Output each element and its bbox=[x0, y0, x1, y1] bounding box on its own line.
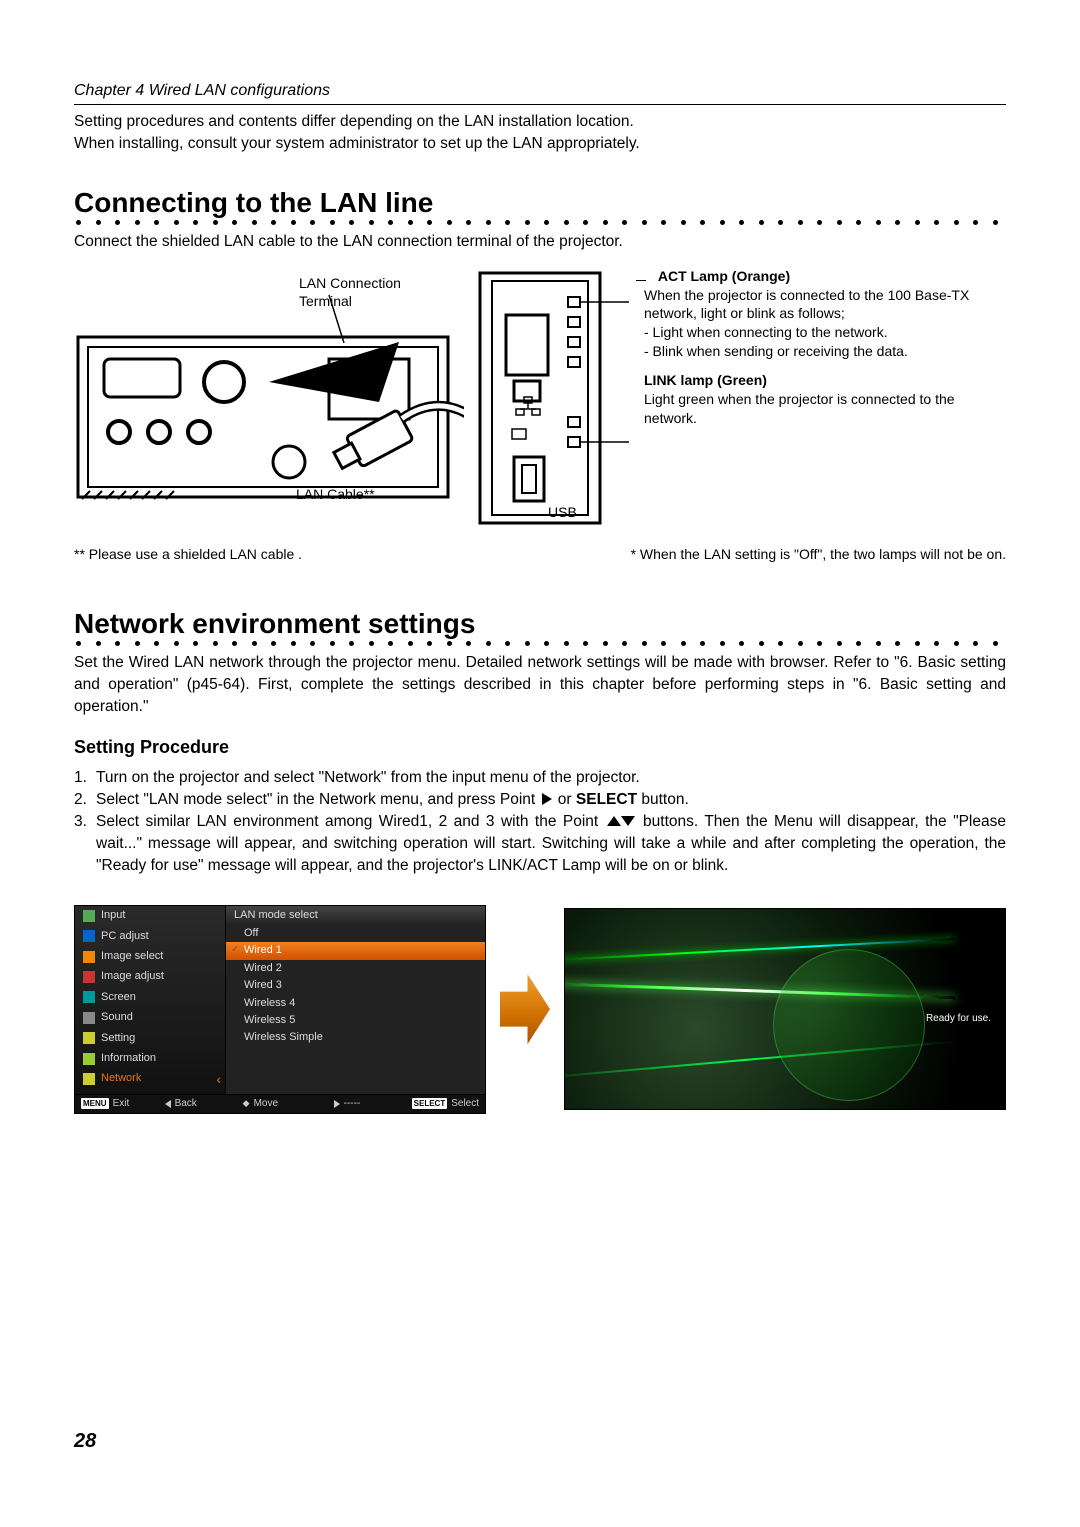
footer-dashes: ----- bbox=[344, 1097, 361, 1111]
dotted-divider bbox=[74, 220, 1006, 225]
menu-item-setting: Setting bbox=[75, 1028, 225, 1048]
lan-mode-wired1: Wired 1 bbox=[226, 942, 485, 959]
sound-icon bbox=[83, 1012, 95, 1024]
arrow-right-icon bbox=[500, 974, 550, 1044]
menu-item-pc-adjust: PC adjust bbox=[75, 926, 225, 946]
chapter-header: Chapter 4 Wired LAN configurations bbox=[74, 80, 1006, 105]
step-2: 2. Select "LAN mode select" in the Netwo… bbox=[74, 789, 1006, 811]
screen-icon bbox=[83, 991, 95, 1003]
footnote-left: ** Please use a shielded LAN cable . bbox=[74, 545, 302, 565]
lan-cable-label: LAN Cable** bbox=[296, 485, 375, 503]
lan-mode-wireless4: Wireless 4 bbox=[226, 995, 485, 1012]
lan-mode-wired2: Wired 2 bbox=[226, 960, 485, 977]
intro-line-2: When installing, consult your system adm… bbox=[74, 135, 640, 152]
section2-body: Set the Wired LAN network through the pr… bbox=[74, 652, 1006, 717]
act-lamp-desc: When the projector is connected to the 1… bbox=[644, 287, 969, 322]
intro-line-1: Setting procedures and contents differ d… bbox=[74, 113, 634, 130]
point-down-icon bbox=[621, 816, 635, 826]
menu-item-image-select: Image select bbox=[75, 946, 225, 966]
menu-item-image-adjust: Image adjust bbox=[75, 967, 225, 987]
up-down-icon: ◆ bbox=[243, 1097, 250, 1110]
menu-footer: MENU Exit Back ◆ Move ----- SELECTSelect bbox=[75, 1094, 485, 1113]
footer-exit: Exit bbox=[113, 1097, 130, 1111]
image-adjust-icon bbox=[83, 971, 95, 983]
triangle-left-icon bbox=[165, 1100, 171, 1108]
projector-menu-screenshot: Input PC adjust Image select Image adjus… bbox=[74, 905, 486, 1114]
act-lamp-bullet-1: - Light when connecting to the network. bbox=[644, 324, 888, 340]
act-lamp-title: ACT Lamp (Orange) bbox=[658, 268, 790, 284]
setting-icon bbox=[83, 1032, 95, 1044]
page-number: 28 bbox=[74, 1427, 96, 1455]
menu-item-network: Network‹ bbox=[75, 1069, 225, 1089]
pc-adjust-icon bbox=[83, 930, 95, 942]
menu-item-input: Input bbox=[75, 906, 225, 926]
image-select-icon bbox=[83, 951, 95, 963]
manual-page: Chapter 4 Wired LAN configurations Setti… bbox=[0, 0, 1080, 1527]
setting-procedure-heading: Setting Procedure bbox=[74, 735, 1006, 760]
step-1: 1. Turn on the projector and select "Net… bbox=[74, 767, 1006, 789]
lan-mode-select-header: LAN mode select bbox=[226, 906, 485, 925]
footnote-right: * When the LAN setting is "Off", the two… bbox=[631, 545, 1006, 565]
step-3: 3. Select similar LAN environment among … bbox=[74, 811, 1006, 877]
input-icon bbox=[83, 910, 95, 922]
point-up-icon bbox=[607, 816, 621, 826]
footer-select: Select bbox=[451, 1097, 479, 1111]
lan-mode-wired3: Wired 3 bbox=[226, 977, 485, 994]
usb-label: USB bbox=[548, 503, 577, 523]
footer-move: Move bbox=[254, 1097, 278, 1111]
port-closeup-illustration bbox=[474, 267, 634, 527]
lan-mode-off: Off bbox=[226, 925, 485, 942]
intro-text: Setting procedures and contents differ d… bbox=[74, 111, 1006, 154]
projector-terminal-diagram: LAN Connection Terminal bbox=[74, 267, 464, 527]
lamp-descriptions: ACT Lamp (Orange) When the projector is … bbox=[644, 267, 1006, 428]
section1-body: Connect the shielded LAN cable to the LA… bbox=[74, 231, 1006, 253]
section-heading-connecting: Connecting to the LAN line bbox=[74, 183, 1006, 222]
menu-left-pane: Input PC adjust Image select Image adjus… bbox=[75, 906, 226, 1094]
point-right-icon bbox=[542, 793, 552, 805]
setting-procedure-steps: 1. Turn on the projector and select "Net… bbox=[74, 767, 1006, 877]
link-lamp-desc: Light green when the projector is connec… bbox=[644, 391, 955, 426]
menu-badge: MENU bbox=[81, 1098, 109, 1109]
menu-item-sound: Sound bbox=[75, 1008, 225, 1028]
diagram-row: LAN Connection Terminal bbox=[74, 267, 1006, 527]
menu-item-screen: Screen bbox=[75, 987, 225, 1007]
on-screen-menu-screenshots: Input PC adjust Image select Image adjus… bbox=[74, 905, 1006, 1114]
footnotes: ** Please use a shielded LAN cable . * W… bbox=[74, 545, 1006, 565]
select-bold: SELECT bbox=[576, 791, 637, 808]
usb-lan-port-closeup: USB bbox=[474, 267, 634, 527]
menu-item-information: Information bbox=[75, 1048, 225, 1068]
projector-ports-illustration bbox=[74, 267, 464, 527]
ready-for-use-text: Ready for use. bbox=[926, 1012, 991, 1026]
lan-mode-wireless5: Wireless 5 bbox=[226, 1012, 485, 1029]
menu-right-pane: LAN mode select Off Wired 1 Wired 2 Wire… bbox=[226, 906, 485, 1094]
triangle-right-small-icon bbox=[334, 1100, 340, 1108]
information-icon bbox=[83, 1053, 95, 1065]
lan-mode-wireless-simple: Wireless Simple bbox=[226, 1029, 485, 1046]
network-icon bbox=[83, 1073, 95, 1085]
lan-terminal-label: LAN Connection Terminal bbox=[299, 274, 401, 310]
section-heading-network: Network environment settings bbox=[74, 604, 1006, 643]
footer-back: Back bbox=[175, 1097, 197, 1111]
ready-for-use-screenshot: Ready for use. bbox=[564, 908, 1006, 1110]
dotted-divider bbox=[74, 641, 1006, 646]
link-lamp-title: LINK lamp (Green) bbox=[644, 372, 767, 388]
select-badge: SELECT bbox=[412, 1098, 448, 1109]
act-lamp-bullet-2: - Blink when sending or receiving the da… bbox=[644, 343, 908, 359]
selected-caret-icon: ‹ bbox=[216, 1072, 221, 1086]
